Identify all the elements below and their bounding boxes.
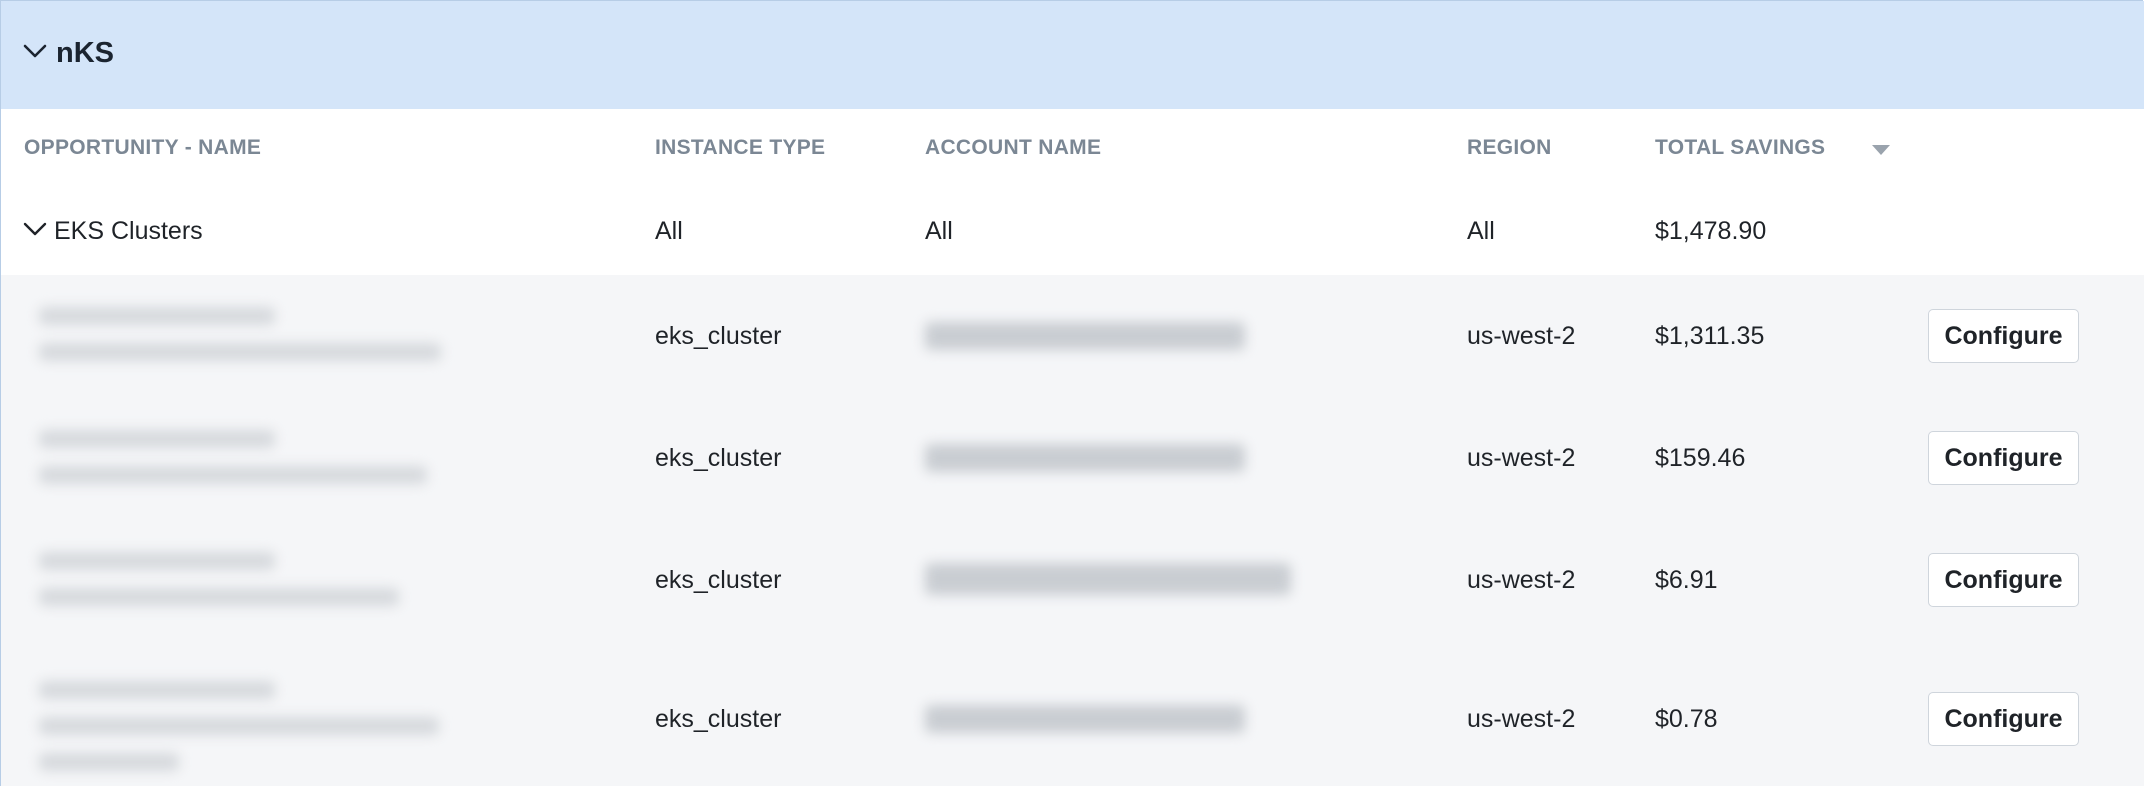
total-savings: $159.46 (1655, 444, 1746, 472)
summary-name: EKS Clusters (54, 217, 203, 245)
summary-total-savings: $1,478.90 (1655, 217, 1767, 245)
redacted-name (39, 552, 275, 570)
redacted-name (39, 466, 427, 484)
region: us-west-2 (1467, 322, 1576, 350)
redacted-account (925, 705, 1245, 733)
table-row: eks_cluster us-west-2 $6.91 Configure (1, 519, 2144, 641)
instance-type: eks_cluster (655, 566, 782, 594)
column-header-region[interactable]: REGION (1467, 136, 1552, 160)
redacted-account (925, 322, 1245, 350)
column-header-name[interactable]: OPPORTUNITY - NAME (24, 136, 261, 160)
instance-type: eks_cluster (655, 322, 782, 350)
group-header[interactable]: nKS (1, 1, 2144, 109)
instance-type: eks_cluster (655, 444, 782, 472)
configure-button[interactable]: Configure (1928, 692, 2079, 746)
redacted-name (39, 588, 399, 606)
region: us-west-2 (1467, 444, 1576, 472)
redacted-account (925, 563, 1291, 595)
total-savings: $1,311.35 (1655, 322, 1765, 350)
total-savings: $0.78 (1655, 705, 1718, 733)
chevron-down-icon[interactable] (23, 221, 47, 237)
summary-row[interactable]: EKS Clusters All All All $1,478.90 (1, 189, 2144, 275)
region: us-west-2 (1467, 705, 1576, 733)
table-row: eks_cluster us-west-2 $1,311.35 Configur… (1, 275, 2144, 397)
table-row: eks_cluster us-west-2 $0.78 Configure (1, 641, 2144, 786)
sort-desc-icon[interactable] (1872, 145, 1890, 155)
summary-instance-type: All (655, 217, 683, 245)
region: us-west-2 (1467, 566, 1576, 594)
configure-button[interactable]: Configure (1928, 431, 2079, 485)
configure-button[interactable]: Configure (1928, 553, 2079, 607)
table-header: OPPORTUNITY - NAME INSTANCE TYPE ACCOUNT… (1, 109, 2144, 189)
group-title: nKS (56, 37, 114, 69)
redacted-account (925, 444, 1245, 472)
redacted-name (39, 307, 275, 325)
redacted-name (39, 430, 275, 448)
table-row: eks_cluster us-west-2 $159.46 Configure (1, 397, 2144, 519)
instance-type: eks_cluster (655, 705, 782, 733)
cluster-rows: eks_cluster us-west-2 $1,311.35 Configur… (1, 275, 2144, 786)
column-header-account-name[interactable]: ACCOUNT NAME (925, 136, 1101, 160)
total-savings: $6.91 (1655, 566, 1718, 594)
redacted-name (39, 753, 179, 771)
redacted-name (39, 717, 439, 735)
redacted-name (39, 681, 275, 699)
column-header-total-savings[interactable]: TOTAL SAVINGS (1655, 136, 1825, 160)
summary-region: All (1467, 217, 1495, 245)
summary-account-name: All (925, 217, 953, 245)
redacted-name (39, 343, 441, 361)
chevron-down-icon[interactable] (23, 43, 47, 59)
column-header-instance-type[interactable]: INSTANCE TYPE (655, 136, 825, 160)
configure-button[interactable]: Configure (1928, 309, 2079, 363)
